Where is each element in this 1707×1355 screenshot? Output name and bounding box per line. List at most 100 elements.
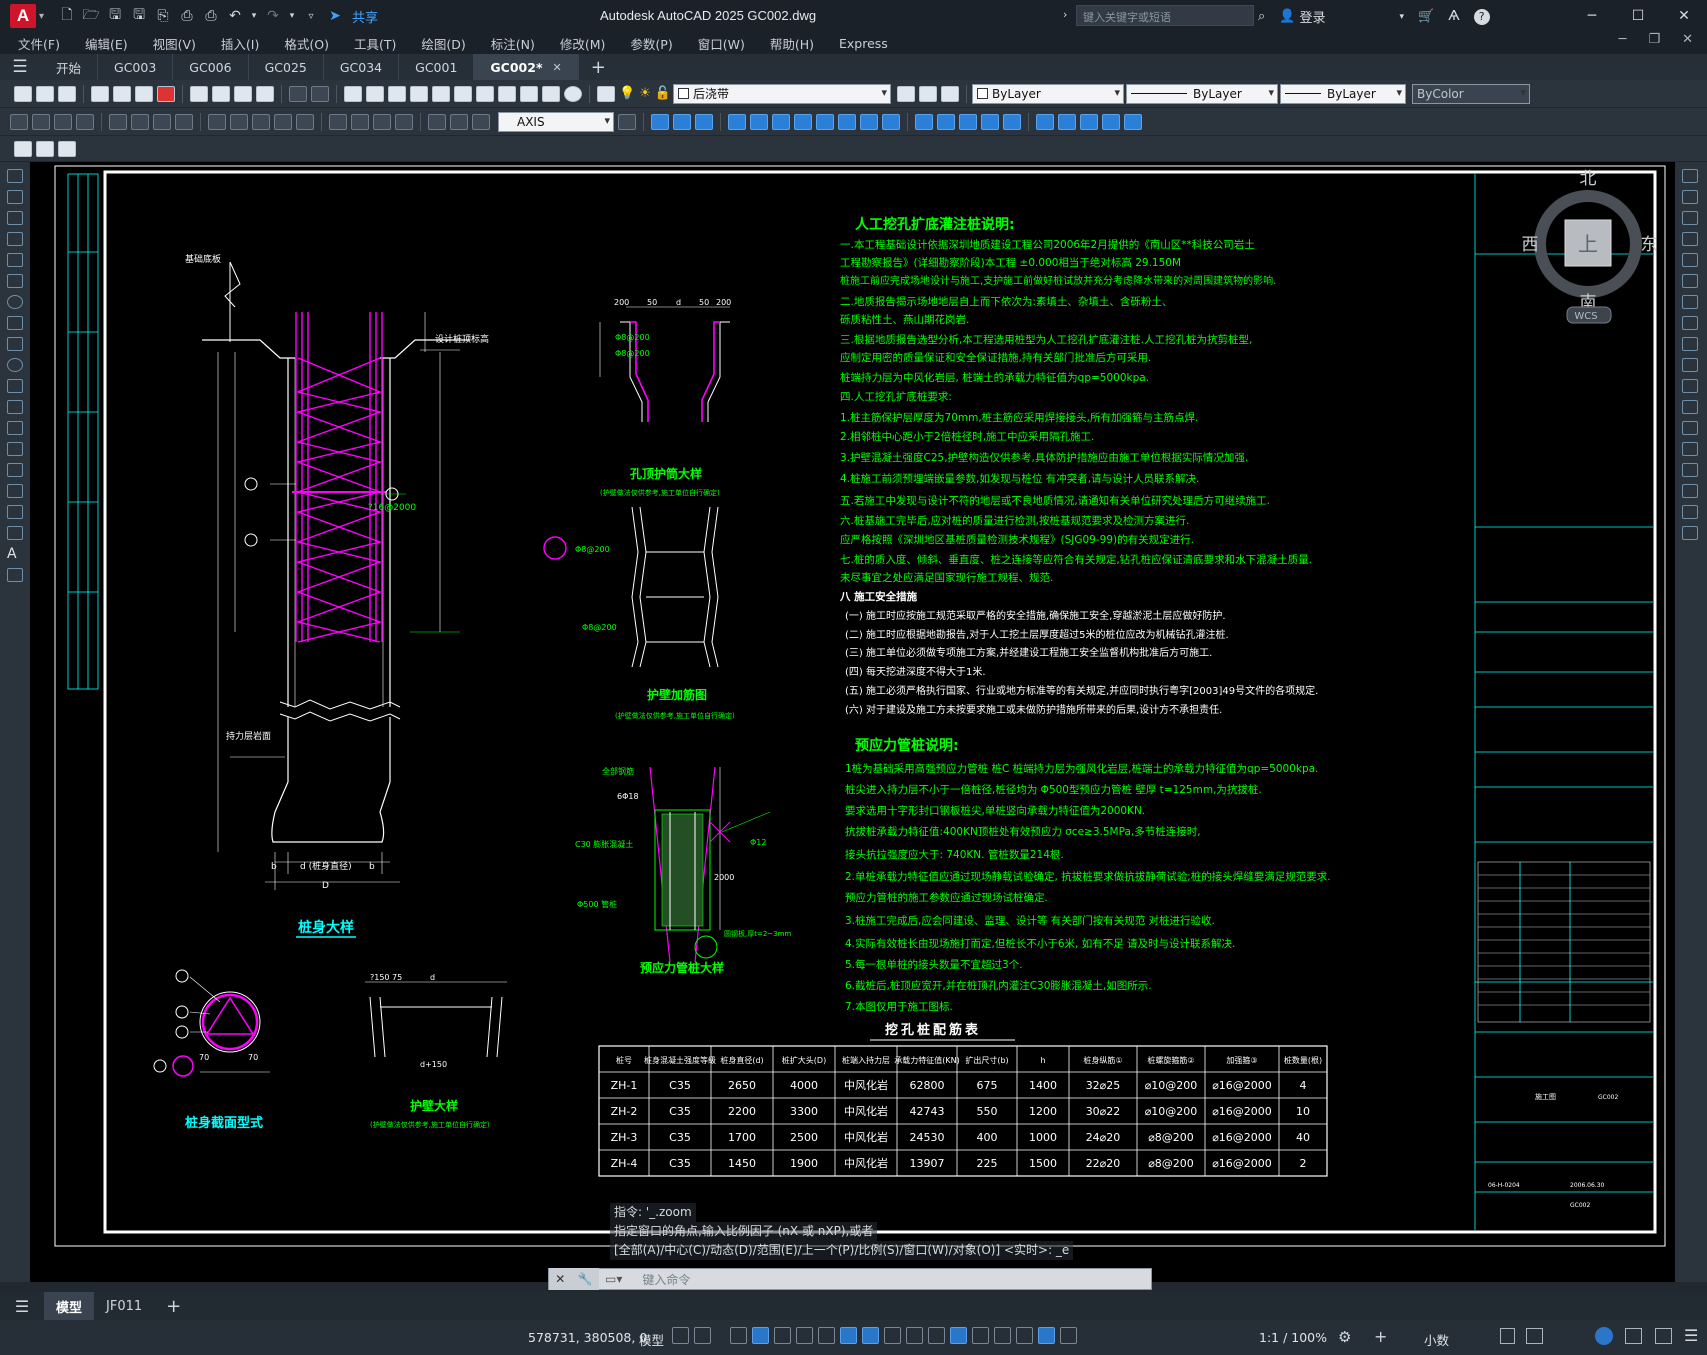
new-layout-button[interactable]: + <box>166 1296 181 1317</box>
dim-break-icon[interactable] <box>296 113 314 130</box>
login-button[interactable]: 登录 <box>1299 7 1325 26</box>
convert-to-solid-icon[interactable] <box>1124 113 1142 130</box>
layer-dropdown[interactable]: 后浇带 <box>673 83 892 104</box>
menu-insert[interactable]: 插入(I) <box>221 34 259 53</box>
break-icon[interactable] <box>1682 421 1698 435</box>
menu-view[interactable]: 视图(V) <box>153 34 196 53</box>
search-icon[interactable]: ⌕ <box>1258 9 1265 24</box>
3d-move-icon[interactable] <box>981 113 999 130</box>
copy-object-icon[interactable] <box>1682 190 1698 204</box>
app-menu-chevron-icon[interactable]: ▾ <box>39 11 44 22</box>
stretch-icon[interactable] <box>1682 337 1698 351</box>
recent-commands-icon[interactable]: ▭▾ <box>605 1272 622 1286</box>
tool-palettes-icon[interactable] <box>476 85 494 102</box>
baseline-dim-icon[interactable] <box>230 113 248 130</box>
menu-modify[interactable]: 修改(M) <box>560 34 606 53</box>
slice-icon[interactable] <box>882 113 900 130</box>
section-plane-icon[interactable] <box>937 113 955 130</box>
inspection-icon[interactable] <box>373 113 391 130</box>
layout-menu-icon[interactable]: ☰ <box>0 1297 44 1316</box>
cut-icon[interactable] <box>190 85 208 102</box>
web-open-icon[interactable]: ⎘ <box>154 8 172 24</box>
interference-icon[interactable] <box>1102 113 1120 130</box>
layer-properties-icon[interactable] <box>597 85 615 102</box>
isolate-objects-icon[interactable] <box>1595 1327 1613 1345</box>
layer-states-icon[interactable] <box>941 85 960 102</box>
revolve-icon[interactable] <box>750 113 768 130</box>
infer-constraints-icon[interactable] <box>730 1327 747 1344</box>
point-icon[interactable] <box>7 442 23 456</box>
zoom-window-icon[interactable] <box>388 85 406 102</box>
login-dropdown-icon[interactable]: ▾ <box>1399 12 1404 22</box>
flatshot-icon[interactable] <box>959 113 977 130</box>
subtract-icon[interactable] <box>838 113 856 130</box>
plot-icon[interactable]: ⎙ <box>202 8 220 24</box>
menu-tools[interactable]: 工具(T) <box>354 34 396 53</box>
arc-length-icon[interactable] <box>54 113 72 130</box>
tab-gc025[interactable]: GC025 <box>249 54 324 80</box>
make-block-icon[interactable] <box>7 421 23 435</box>
close-window-button[interactable]: ✕ <box>1661 0 1707 32</box>
gizmo-icon[interactable] <box>1016 1327 1033 1344</box>
close-command-line-icon[interactable]: ✕ <box>555 1272 565 1286</box>
3d-cone-icon[interactable] <box>695 113 713 130</box>
annotation-scale[interactable]: 1:1 / 100% <box>1259 1330 1327 1345</box>
continue-dim-icon[interactable] <box>252 113 270 130</box>
workspace-gear-icon[interactable]: ⚙ <box>1338 1328 1351 1346</box>
tab-gc002[interactable]: GC002* ✕ <box>474 54 579 80</box>
spline-icon[interactable] <box>7 337 23 351</box>
search-expand-icon[interactable]: › <box>1063 8 1067 21</box>
construction-line-icon[interactable] <box>7 190 23 204</box>
chamfer-icon[interactable] <box>1682 463 1698 477</box>
arc-icon[interactable] <box>7 274 23 288</box>
sheet-set-icon[interactable] <box>498 85 516 102</box>
calculator-icon[interactable] <box>542 85 560 102</box>
line-tool-icon[interactable] <box>7 169 23 183</box>
dim-update-icon[interactable] <box>472 113 490 130</box>
share-icon[interactable]: ➤ <box>326 8 344 24</box>
linetype-dropdown[interactable]: ByLayer <box>1126 83 1279 104</box>
menu-dimension[interactable]: 标注(N) <box>491 34 535 53</box>
mirror-icon[interactable] <box>1682 211 1698 225</box>
customization-menu-icon[interactable]: ☰ <box>1684 1326 1698 1345</box>
graphics-performance-icon[interactable] <box>1625 1328 1642 1344</box>
viewcube-north-label[interactable]: 北 <box>1580 169 1597 189</box>
ordinate-dim-icon[interactable] <box>76 113 94 130</box>
lineweight-icon[interactable] <box>884 1327 901 1344</box>
close-tab-icon[interactable]: ✕ <box>553 61 562 74</box>
viewcube-east-label[interactable]: 东 <box>1641 235 1658 255</box>
tab-gc001[interactable]: GC001 <box>399 54 475 80</box>
plot-icon[interactable] <box>91 85 109 102</box>
redo-icon[interactable]: ↷ <box>264 8 282 24</box>
trim-icon[interactable] <box>1682 358 1698 372</box>
extrude-icon[interactable] <box>728 113 746 130</box>
dimstyle-dropdown[interactable]: AXIS <box>498 111 614 132</box>
transparency-icon[interactable] <box>906 1327 923 1344</box>
polar-icon[interactable] <box>796 1327 813 1344</box>
fillet-icon[interactable] <box>1682 484 1698 498</box>
3d-wedge-icon[interactable] <box>673 113 691 130</box>
block-editor-icon[interactable] <box>36 140 54 157</box>
array-icon[interactable] <box>1682 253 1698 267</box>
autodesk-apps-icon[interactable]: Ѧ <box>1448 9 1459 24</box>
gradient-icon[interactable] <box>7 484 23 498</box>
loft-icon[interactable] <box>794 113 812 130</box>
3d-osnap-icon[interactable] <box>950 1327 967 1344</box>
hatch-icon[interactable] <box>7 463 23 477</box>
menu-window[interactable]: 窗口(W) <box>698 34 745 53</box>
polygon-icon[interactable] <box>7 232 23 246</box>
shell-icon[interactable] <box>915 113 933 130</box>
ortho-icon[interactable] <box>774 1327 791 1344</box>
dim-edit-icon[interactable] <box>428 113 446 130</box>
quick-properties-icon[interactable] <box>1500 1328 1515 1344</box>
copy-icon[interactable] <box>212 85 230 102</box>
circle-icon[interactable] <box>7 295 23 309</box>
pdf-icon[interactable] <box>157 85 175 102</box>
explode-icon[interactable] <box>1682 526 1698 540</box>
jogged-linear-icon[interactable] <box>395 113 413 130</box>
dynamic-input-icon[interactable] <box>752 1327 769 1344</box>
selection-cycling-icon[interactable] <box>928 1327 945 1344</box>
3d-array-icon[interactable] <box>1080 113 1098 130</box>
offset-icon[interactable] <box>1682 232 1698 246</box>
autocad-logo-button[interactable]: A <box>10 4 36 28</box>
